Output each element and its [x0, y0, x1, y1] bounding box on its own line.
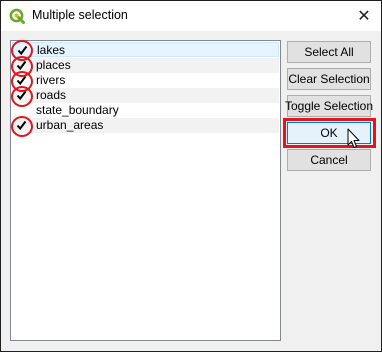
close-button[interactable]: ✕ [347, 1, 381, 31]
toggle-selection-button[interactable]: Toggle Selection [285, 95, 373, 117]
qgis-logo-icon [9, 8, 25, 24]
list-item[interactable]: places [12, 58, 279, 73]
mouse-pointer-icon [347, 128, 360, 148]
dialog-title: Multiple selection [32, 8, 128, 22]
checkmark-icon[interactable] [14, 88, 28, 102]
list-item-label: places [36, 58, 71, 72]
checkmark-icon[interactable] [15, 43, 29, 57]
empty-checkbox[interactable] [14, 103, 28, 117]
list-item-label: state_boundary [36, 103, 119, 117]
checkmark-icon[interactable] [14, 118, 28, 132]
layer-checklist[interactable]: lakes places rivers roads state_boundary [10, 40, 281, 341]
close-icon: ✕ [357, 8, 371, 25]
clear-selection-button[interactable]: Clear Selection [287, 68, 371, 90]
multiple-selection-dialog: Multiple selection ✕ lakes places rivers [0, 0, 382, 352]
checkmark-icon[interactable] [14, 73, 28, 87]
list-item[interactable]: urban_areas [12, 118, 279, 133]
list-item-label: lakes [37, 43, 66, 57]
checkmark-icon[interactable] [14, 58, 28, 72]
cancel-button[interactable]: Cancel [287, 149, 371, 171]
select-all-button[interactable]: Select All [287, 41, 371, 63]
list-item-label: urban_areas [36, 118, 104, 132]
list-item[interactable]: lakes [12, 42, 279, 57]
list-item-label: roads [36, 88, 67, 102]
list-item[interactable]: roads [12, 88, 279, 103]
list-item[interactable]: rivers [12, 73, 279, 88]
list-item[interactable]: state_boundary [12, 103, 279, 118]
list-item-label: rivers [36, 73, 66, 87]
title-bar: Multiple selection ✕ [1, 1, 381, 31]
